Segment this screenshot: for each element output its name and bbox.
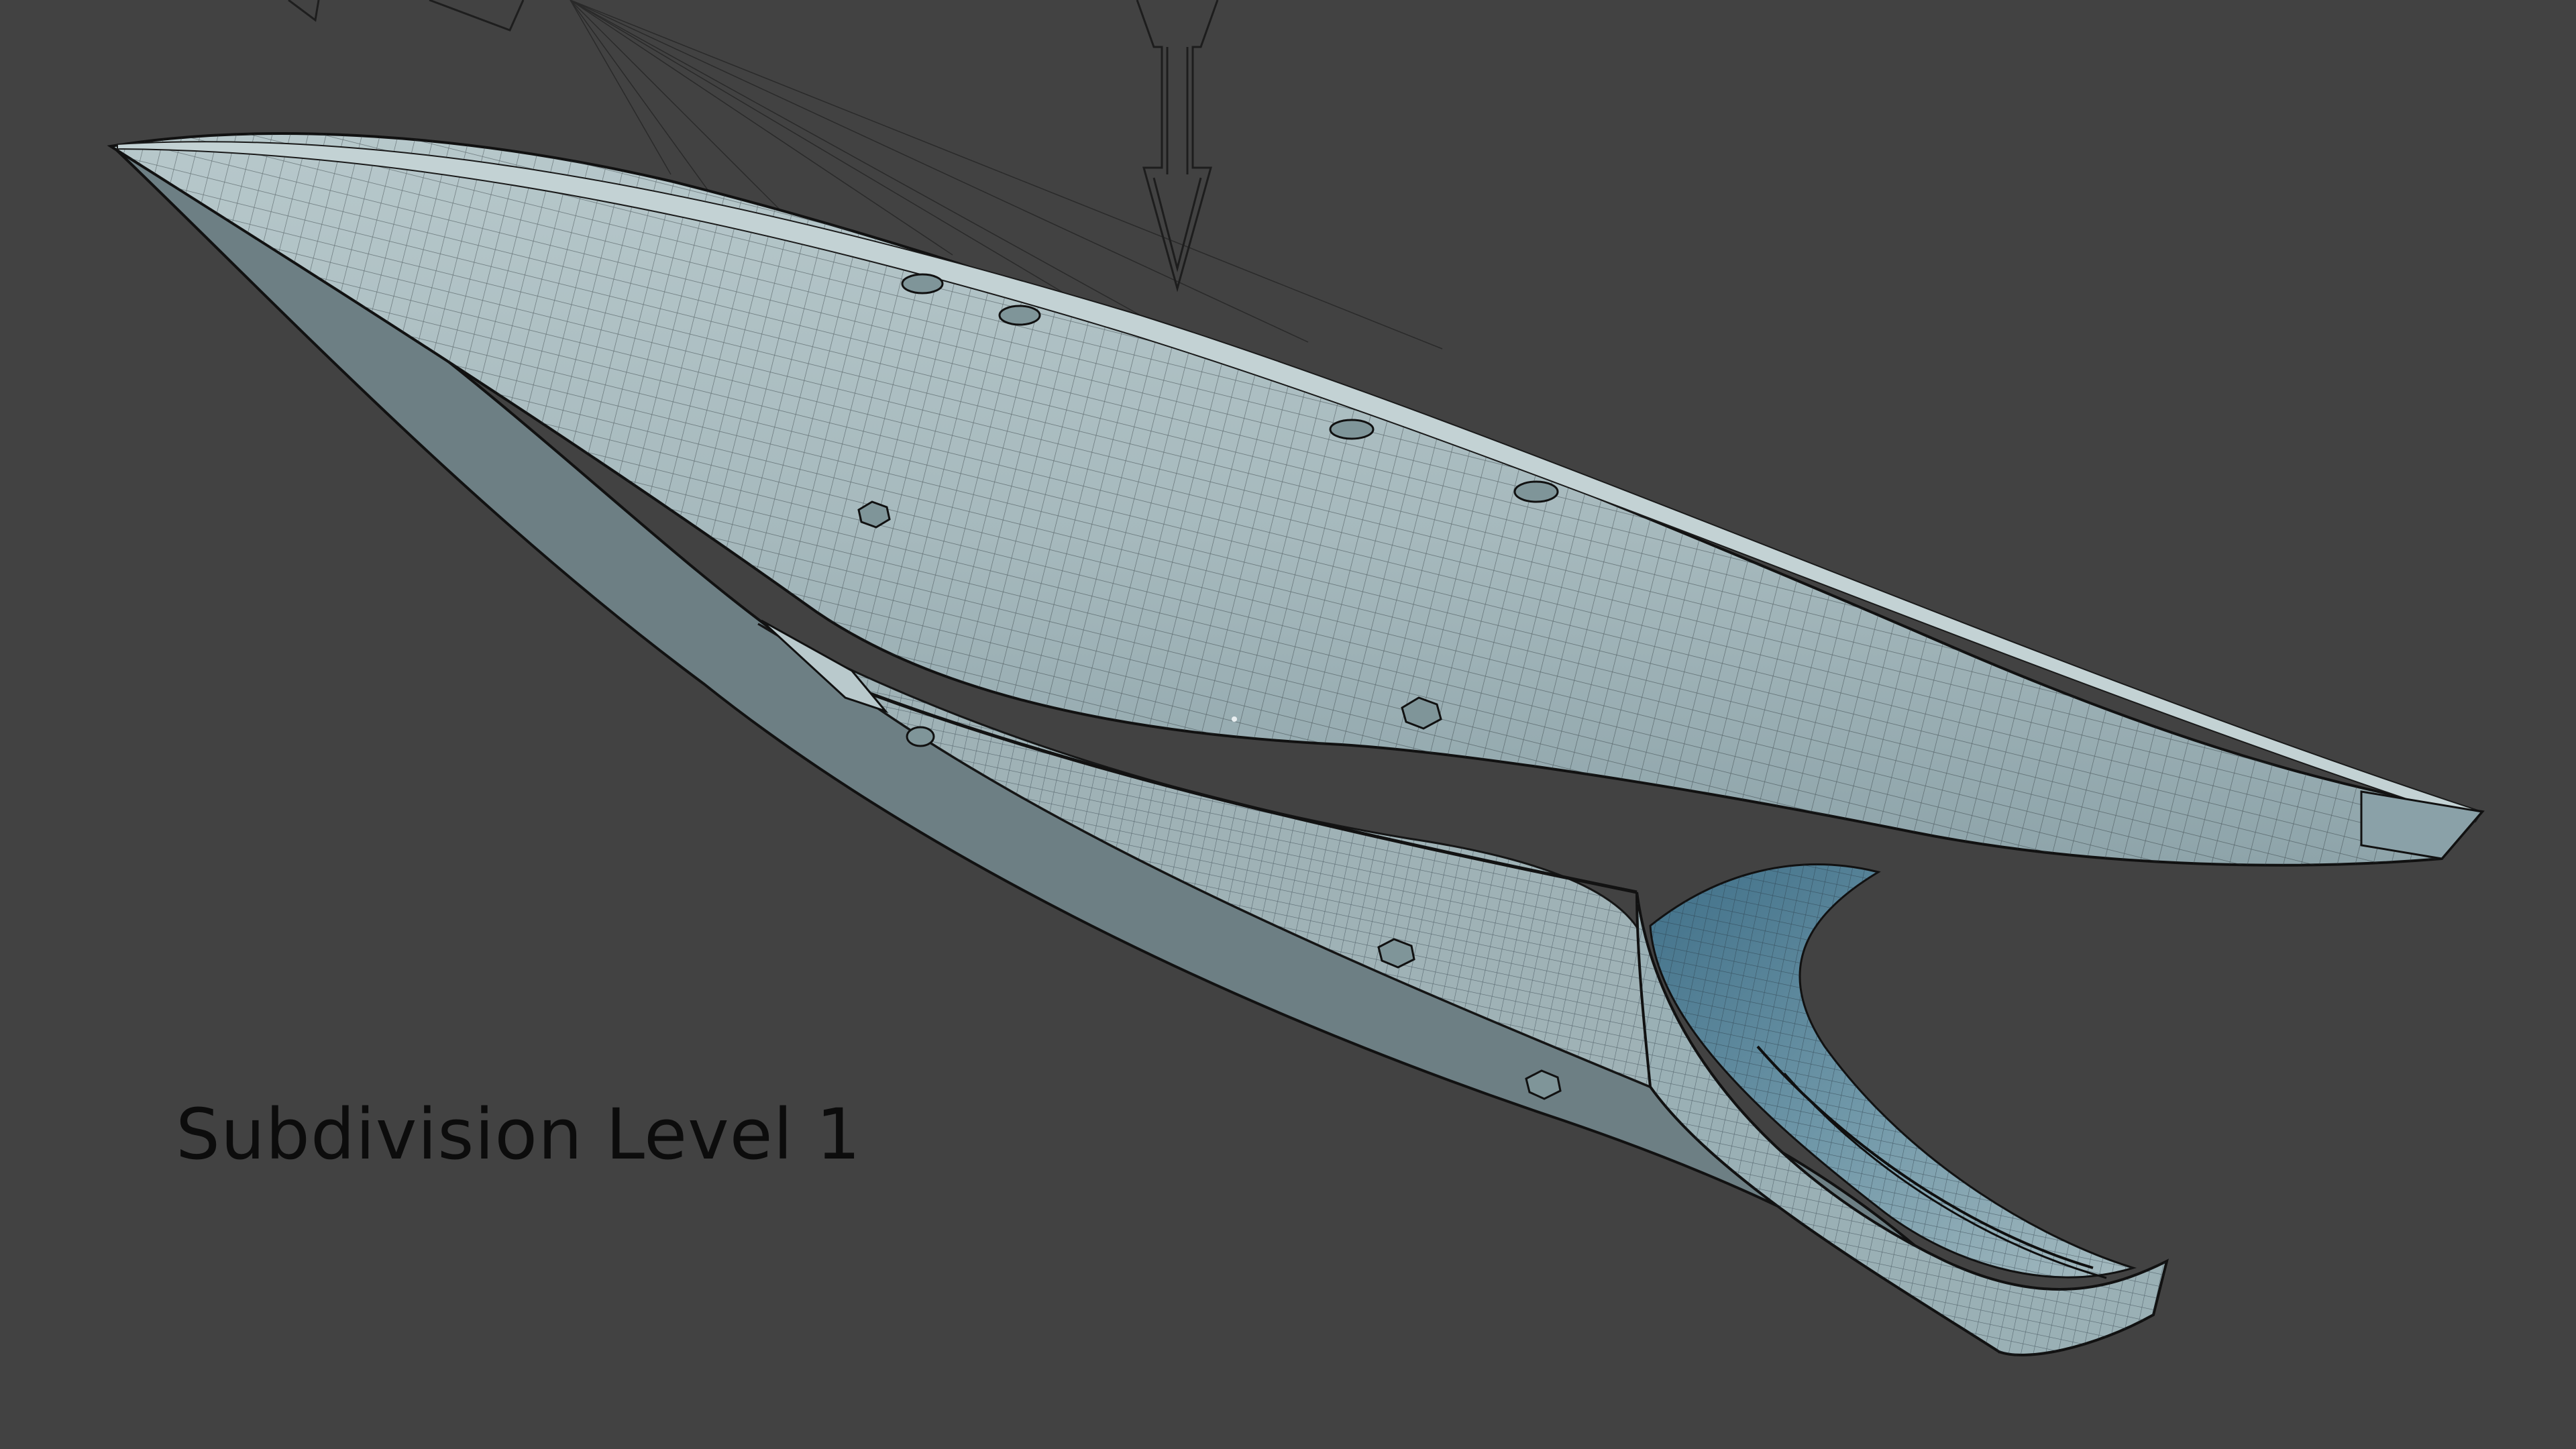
rotate-gizmo-fragment[interactable] <box>288 0 525 32</box>
subdivision-level-label: Subdivision Level 1 <box>176 1093 861 1175</box>
3d-viewport[interactable]: Subdivision Level 1 <box>0 0 2576 1449</box>
move-arrow-icon[interactable] <box>1136 0 1219 292</box>
viewport-canvas[interactable] <box>0 0 2576 1449</box>
vertex-marker[interactable] <box>1232 716 1237 722</box>
